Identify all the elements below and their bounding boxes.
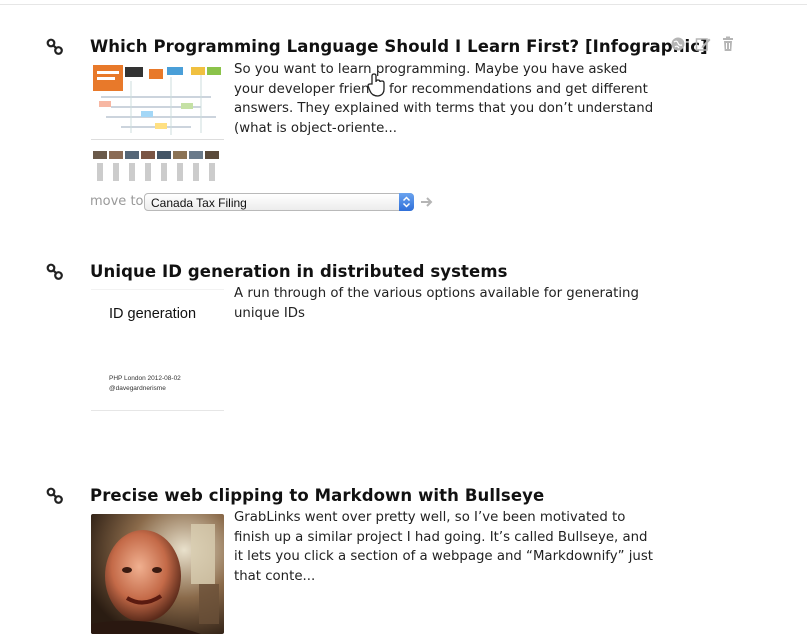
bookmark-title[interactable]: Precise web clipping to Markdown with Bu… (90, 485, 544, 507)
select-chevron-icon[interactable] (399, 193, 414, 211)
trash-icon[interactable] (720, 36, 736, 52)
slide-thumbnail[interactable]: ID generation PHP London 2012-08-02 @dav… (91, 289, 224, 411)
arrow-right-icon[interactable] (420, 195, 434, 209)
slide-title: ID generation (109, 306, 197, 322)
bookmark-excerpt: So you want to learn programming. Maybe … (234, 62, 654, 136)
move-to-select[interactable]: Canada Tax Filing (144, 193, 414, 211)
bookmark-title[interactable]: Which Programming Language Should I Lear… (90, 36, 708, 58)
bookmark-excerpt: A run through of the various options ava… (234, 286, 639, 321)
move-to-value: Canada Tax Filing (151, 196, 247, 210)
slide-date: PHP London 2012-08-02 (109, 375, 181, 382)
portrait-photo[interactable] (91, 514, 224, 634)
slide-author: @davegardnerisme (109, 385, 166, 392)
bookmark-title[interactable]: Unique ID generation in distributed syst… (90, 261, 508, 283)
infographic-thumbnail[interactable] (91, 63, 224, 183)
edit-icon[interactable] (695, 36, 711, 52)
link-icon[interactable] (46, 487, 64, 505)
hand-cursor-icon (367, 73, 385, 97)
top-divider (0, 4, 807, 5)
link-icon[interactable] (46, 38, 64, 56)
link-icon[interactable] (46, 263, 64, 281)
move-to-label: move to (90, 194, 144, 209)
globe-icon[interactable] (670, 36, 686, 52)
bookmark-excerpt: GrabLinks went over pretty well, so I’ve… (234, 510, 654, 584)
item-actions (670, 36, 740, 52)
